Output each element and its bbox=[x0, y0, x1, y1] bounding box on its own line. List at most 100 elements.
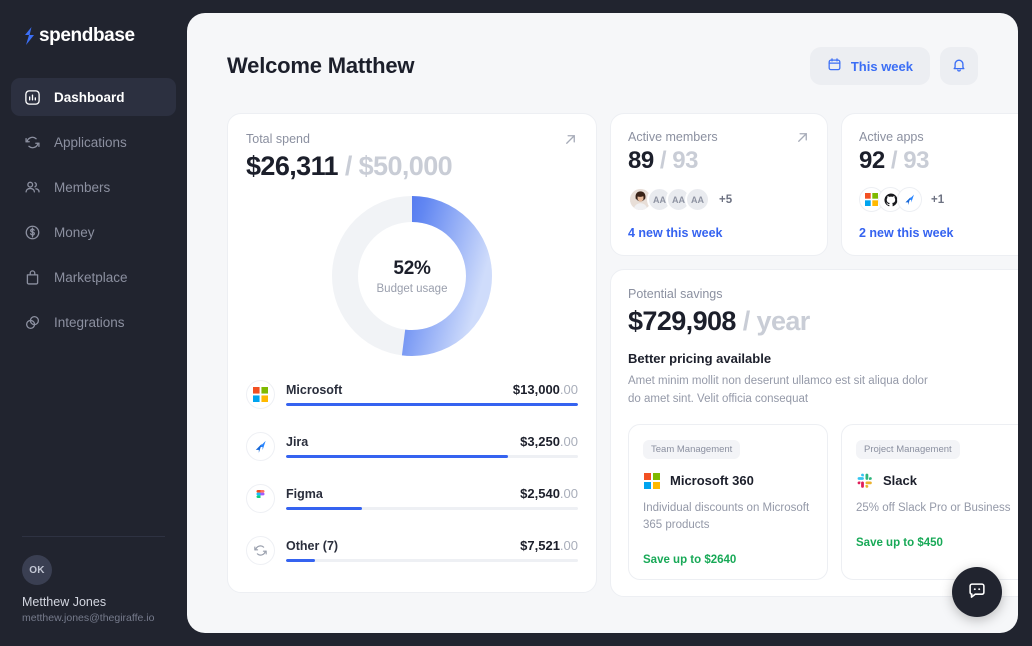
total-spend-amount: $26,311 / $50,000 bbox=[246, 151, 578, 182]
list-item[interactable]: Figma $2,540.00 bbox=[246, 472, 578, 524]
app-spend-list: Microsoft $13,000.00 Jira $3,250.00 Figm… bbox=[246, 368, 578, 576]
savings-description: Amet minim mollit non deserunt ullamco e… bbox=[628, 375, 928, 405]
brand-logo[interactable]: spendbase bbox=[0, 22, 187, 50]
progress-fill bbox=[286, 455, 508, 458]
sidebar-item-money[interactable]: Money bbox=[11, 213, 176, 251]
avatar[interactable]: AA bbox=[685, 187, 710, 212]
dollar-circle-icon bbox=[23, 223, 41, 241]
app-amount: $3,250.00 bbox=[520, 434, 578, 449]
bag-icon bbox=[23, 268, 41, 286]
active-members-card: Active members 89 / 93 AA AA AA +5 4 new… bbox=[610, 113, 828, 256]
figma-icon bbox=[246, 483, 275, 513]
members-count: 89 bbox=[628, 147, 654, 174]
progress-track bbox=[286, 507, 578, 510]
sync-arrows-icon bbox=[23, 133, 41, 151]
members-new-this-week-link[interactable]: 4 new this week bbox=[628, 226, 810, 240]
list-item[interactable]: Jira $3,250.00 bbox=[246, 420, 578, 472]
arrow-up-right-icon[interactable] bbox=[795, 130, 810, 145]
app-amount-main: $13,000 bbox=[512, 382, 560, 397]
slack-icon bbox=[856, 472, 874, 490]
app-amount: $2,540.00 bbox=[520, 486, 578, 501]
card-label: Active members bbox=[628, 130, 718, 144]
sidebar-item-members[interactable]: Members bbox=[11, 168, 176, 206]
sidebar-nav: Dashboard Applications Members Money Mar… bbox=[0, 78, 187, 341]
sidebar-item-integrations[interactable]: Integrations bbox=[11, 303, 176, 341]
microsoft-icon bbox=[246, 379, 275, 409]
active-apps-card: Active apps 92 / 93 +1 2 new this week bbox=[841, 113, 1018, 256]
chart-bars-icon bbox=[23, 88, 41, 106]
right-column: Active members 89 / 93 AA AA AA +5 4 new… bbox=[610, 113, 1018, 598]
sidebar-item-dashboard[interactable]: Dashboard bbox=[11, 78, 176, 116]
progress-track bbox=[286, 403, 578, 406]
topbar: Welcome Matthew This week bbox=[227, 47, 978, 85]
apps-total: 93 bbox=[903, 147, 929, 174]
members-total: 93 bbox=[672, 147, 698, 174]
progress-fill bbox=[286, 559, 316, 562]
user-name: Metthew Jones bbox=[22, 595, 107, 609]
member-avatars: AA AA AA +5 bbox=[628, 187, 810, 212]
offer-name: Slack bbox=[883, 473, 917, 489]
app-amount-main: $2,540 bbox=[520, 486, 560, 501]
list-item[interactable]: Other (7) $7,521.00 bbox=[246, 524, 578, 576]
app-icon-stack: +1 bbox=[859, 187, 1018, 212]
jira-icon[interactable] bbox=[897, 187, 922, 212]
calendar-icon bbox=[827, 57, 842, 75]
app-name: Figma bbox=[286, 487, 323, 501]
savings-separator: / bbox=[735, 306, 757, 336]
sidebar-item-label: Dashboard bbox=[54, 89, 125, 105]
main-panel: Welcome Matthew This week Total spend $2… bbox=[187, 13, 1018, 633]
chat-bubble-icon bbox=[966, 580, 988, 605]
sidebar-item-label: Marketplace bbox=[54, 269, 128, 285]
list-item[interactable]: Microsoft $13,000.00 bbox=[246, 368, 578, 420]
page-title: Welcome Matthew bbox=[227, 53, 415, 78]
offer-description: 25% off Slack Pro or Business bbox=[856, 501, 1011, 514]
savings-value: $729,908 bbox=[628, 306, 736, 336]
offer-name: Microsoft 360 bbox=[670, 473, 754, 489]
progress-track bbox=[286, 559, 578, 562]
progress-track bbox=[286, 455, 578, 458]
app-amount-cents: .00 bbox=[559, 486, 578, 501]
this-week-button[interactable]: This week bbox=[809, 47, 930, 85]
total-spend-header: Total spend bbox=[246, 132, 578, 147]
arrow-up-right-icon[interactable] bbox=[563, 132, 578, 147]
offer-save-link[interactable]: Save up to $2640 bbox=[643, 554, 813, 566]
app-amount: $13,000.00 bbox=[513, 382, 578, 397]
sidebar-item-marketplace[interactable]: Marketplace bbox=[11, 258, 176, 296]
card-label: Total spend bbox=[246, 132, 310, 146]
savings-period: year bbox=[756, 306, 811, 336]
app-amount-main: $7,521 bbox=[520, 538, 560, 553]
avatar[interactable]: OK bbox=[22, 555, 52, 585]
donut-caption: Budget usage bbox=[376, 282, 448, 295]
apps-count: 92 bbox=[859, 147, 885, 174]
notifications-button[interactable] bbox=[940, 47, 978, 85]
chat-support-button[interactable] bbox=[952, 567, 1002, 617]
offer-card[interactable]: Team Management Microsoft 360 Individual… bbox=[628, 423, 828, 581]
sidebar-item-applications[interactable]: Applications bbox=[11, 123, 176, 161]
offer-save-link[interactable]: Save up to $450 bbox=[856, 537, 1018, 549]
apps-new-this-week-link[interactable]: 2 new this week bbox=[859, 226, 1018, 240]
dashboard-grid: Total spend $26,311 / $50,000 52% Budget… bbox=[227, 113, 1018, 598]
this-week-label: This week bbox=[850, 58, 913, 74]
total-spend-card: Total spend $26,311 / $50,000 52% Budget… bbox=[227, 113, 597, 593]
offer-description: Individual discounts on Microsoft 365 pr… bbox=[643, 501, 810, 531]
potential-savings-card: Potential savings $729,908 / year Better… bbox=[610, 269, 1018, 598]
app-name: Microsoft bbox=[286, 383, 343, 397]
spendbase-logo-icon bbox=[22, 26, 36, 46]
sidebar-item-label: Members bbox=[54, 179, 111, 195]
app-name: Jira bbox=[286, 435, 309, 449]
progress-fill bbox=[286, 507, 362, 510]
user-email: metthew.jones@thegiraffe.io bbox=[22, 612, 155, 624]
apps-separator: / bbox=[884, 147, 904, 174]
status-badge: Team Management bbox=[643, 439, 741, 459]
sidebar-user-section[interactable]: OK Metthew Jones metthew.jones@thegiraff… bbox=[0, 536, 187, 624]
sidebar-item-label: Integrations bbox=[54, 314, 125, 330]
card-label: Potential savings bbox=[628, 287, 723, 301]
potential-savings-amount: $729,908 / year bbox=[628, 306, 1018, 337]
brand-name: spendbase bbox=[39, 25, 135, 46]
progress-fill bbox=[286, 403, 578, 406]
sidebar-divider bbox=[22, 536, 165, 537]
overlap-circles-icon bbox=[23, 313, 41, 331]
offer-card[interactable]: Project Management Slack 25% off Slack P… bbox=[841, 423, 1018, 581]
jira-icon bbox=[246, 431, 275, 461]
apps-more-count: +1 bbox=[931, 193, 945, 206]
